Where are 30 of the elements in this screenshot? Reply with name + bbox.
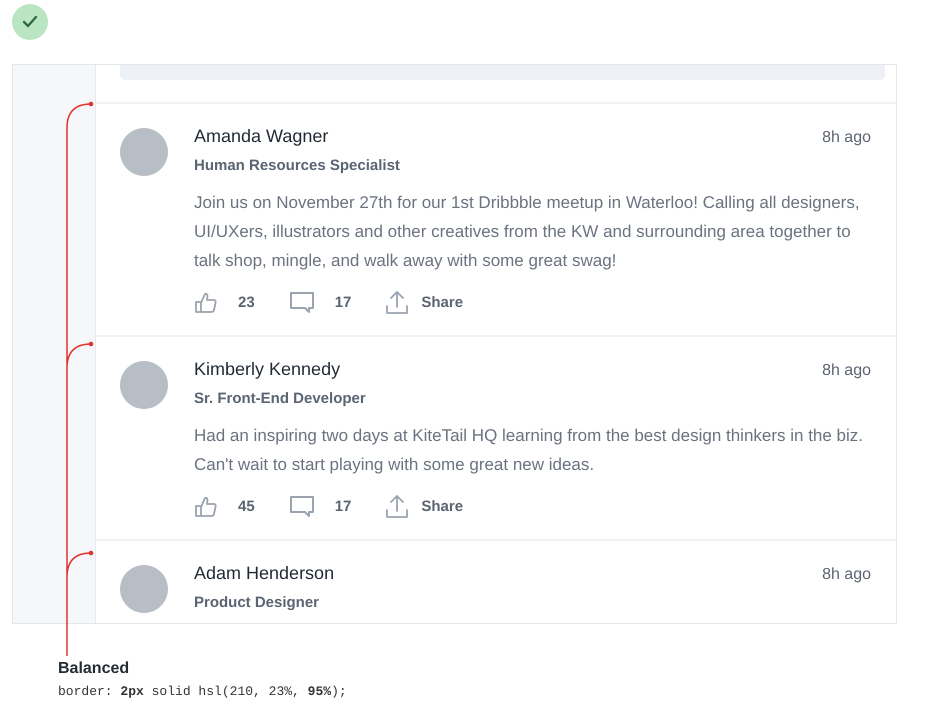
comment-count: 17	[334, 498, 352, 514]
comment-count: 17	[334, 294, 352, 310]
share-button[interactable]: Share	[385, 493, 464, 519]
author-role: Sr. Front-End Developer	[194, 390, 367, 407]
author-name: Amanda Wagner	[194, 126, 328, 147]
post-time: 8h ago	[822, 129, 871, 147]
check-badge-icon	[12, 4, 48, 40]
post-time: 8h ago	[822, 566, 871, 584]
post-text: Had an inspiring two days at KiteTail HQ learning from the best design thinkers in the biz. Can't wait to start playing with some great new ideas.	[194, 425, 864, 476]
code-snippet: border: 2px solid hsl(210, 23%, 95%);	[58, 684, 347, 699]
post-text: Join us on November 27th for our 1st Dribbble meetup in Waterloo! Calling all designers, UI/UXers, illustrators and other creatives from the KW and surrounding area together to talk shop, mingle, and walk away with some great swag!	[194, 192, 861, 272]
avatar-placeholder	[120, 361, 168, 409]
share-icon	[385, 289, 410, 315]
author-name: Adam Henderson	[194, 563, 334, 584]
like-count: 45	[238, 498, 255, 514]
share-button[interactable]: Share	[385, 289, 464, 315]
post-time: 8h ago	[822, 362, 871, 380]
like-count: 23	[238, 294, 255, 310]
thumbs-up-icon[interactable]	[194, 494, 218, 518]
search-field[interactable]	[120, 65, 885, 80]
comment-icon[interactable]	[288, 494, 315, 518]
author-role: Human Resources Specialist	[194, 157, 401, 174]
author-role: Product Designer	[194, 594, 320, 611]
comment-icon[interactable]	[288, 290, 315, 314]
caption-title: Balanced	[58, 660, 130, 678]
avatar-placeholder	[120, 565, 168, 613]
thumbs-up-icon[interactable]	[194, 290, 218, 314]
share-icon	[385, 493, 410, 519]
avatar-placeholder	[120, 128, 168, 176]
author-name: Kimberly Kennedy	[194, 359, 340, 380]
